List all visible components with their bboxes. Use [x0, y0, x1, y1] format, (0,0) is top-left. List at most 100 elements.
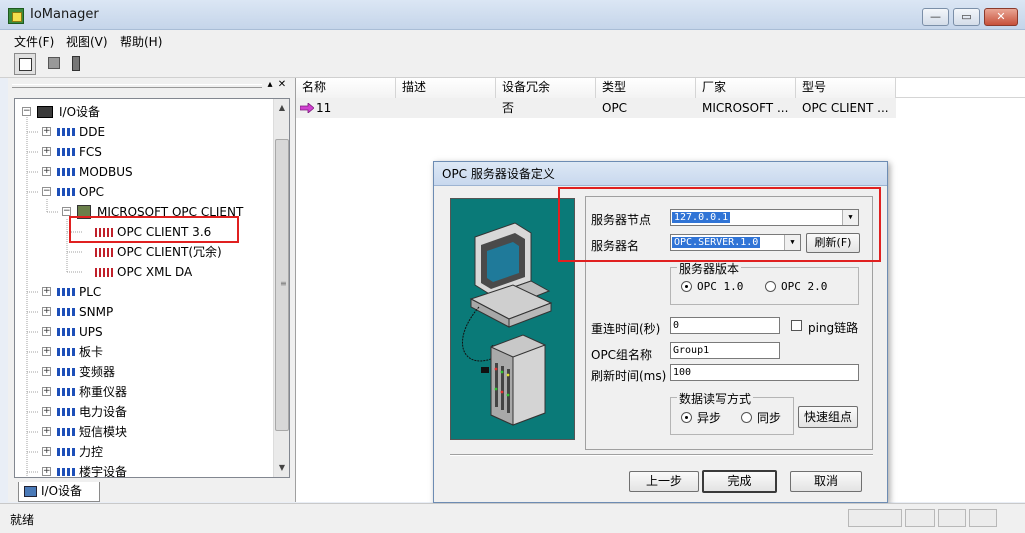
refresh-time-label: 刷新时间(ms) [591, 369, 667, 383]
tree-item-label: PLC [79, 285, 102, 299]
cell-name: 11 [316, 101, 332, 115]
collapse-icon[interactable]: − [22, 107, 31, 116]
reconnect-input[interactable]: 0 [670, 317, 780, 334]
tree-item-label: 短信模块 [79, 425, 128, 439]
device-group-icon [57, 428, 75, 436]
col-model[interactable]: 型号 [796, 78, 896, 98]
expand-icon[interactable]: + [42, 167, 51, 176]
rw-mode-group: 数据读写方式 异步 同步 [670, 390, 794, 435]
title-bar: IoManager — ▭ ✕ [0, 0, 1025, 30]
cell-vendor: MICROSOFT ... [702, 101, 789, 115]
menu-view[interactable]: 视图(V) [66, 33, 108, 50]
col-desc[interactable]: 描述 [396, 78, 496, 98]
col-vendor[interactable]: 厂家 [696, 78, 796, 98]
tree-root-label: I/O设备 [59, 105, 101, 119]
group-name-input[interactable]: Group1 [670, 342, 780, 359]
copy-button[interactable] [44, 53, 66, 75]
highlight-box [558, 187, 881, 262]
export-button[interactable] [66, 53, 88, 75]
ping-label: ping链路 [808, 321, 859, 335]
tree-scrollbar[interactable]: ▲ ≡ ▼ [273, 99, 289, 477]
cell-redundant: 否 [502, 101, 515, 115]
scroll-down-icon[interactable]: ▼ [274, 459, 289, 476]
cell-desc [396, 98, 496, 118]
radio-opc1[interactable] [681, 281, 692, 292]
rw-mode-title: 数据读写方式 [677, 390, 754, 407]
toggle-tree-button[interactable] [14, 53, 36, 75]
expand-icon[interactable]: + [42, 287, 51, 296]
device-group-icon [57, 288, 75, 296]
radio-async-label: 异步 [697, 411, 722, 425]
tree-item-label: OPC CLIENT(冗余) [117, 245, 222, 259]
tree-item-label: 楼宇设备 [79, 465, 128, 478]
toolbar [0, 50, 1025, 78]
ping-checkbox[interactable] [791, 320, 802, 331]
tree-item-label: 称重仪器 [79, 385, 128, 399]
device-group-icon [57, 388, 75, 396]
device-driver-icon [95, 268, 113, 277]
status-bar: 就绪 [0, 503, 1025, 533]
radio-opc2-label: OPC 2.0 [781, 280, 828, 293]
maximize-button[interactable]: ▭ [953, 8, 980, 26]
cancel-button[interactable]: 取消 [790, 471, 862, 492]
tree-item-label: MODBUS [79, 165, 133, 179]
expand-icon[interactable]: + [42, 447, 51, 456]
scroll-up-icon[interactable]: ▲ [274, 99, 289, 116]
device-group-icon [57, 328, 75, 336]
collapse-icon[interactable]: − [42, 187, 51, 196]
finish-button[interactable]: 完成 [702, 470, 777, 493]
radio-async[interactable] [681, 412, 692, 423]
highlight-box [69, 216, 239, 243]
expand-icon[interactable]: + [42, 387, 51, 396]
col-name[interactable]: 名称 [296, 78, 396, 98]
col-type[interactable]: 类型 [596, 78, 696, 98]
status-text: 就绪 [10, 513, 35, 527]
refresh-time-input[interactable]: 100 [670, 364, 859, 381]
panel-close-button[interactable]: ✕ [276, 79, 288, 92]
expand-icon[interactable]: + [42, 427, 51, 436]
expand-icon[interactable]: + [42, 127, 51, 136]
expand-icon[interactable]: + [42, 327, 51, 336]
status-pane [848, 509, 902, 527]
device-group-icon [57, 308, 75, 316]
expand-icon[interactable]: + [42, 307, 51, 316]
grip-icon: ≡ [280, 279, 287, 288]
minimize-button[interactable]: — [922, 8, 949, 26]
collapse-icon[interactable]: − [62, 207, 71, 216]
menu-file[interactable]: 文件(F) [14, 33, 54, 50]
device-tree-panel: ▴ ✕ − I/O设备 + DDE + FCS + MODBUS − OPC −… [8, 78, 291, 502]
export-icon [72, 56, 80, 71]
col-redundant[interactable]: 设备冗余 [496, 78, 596, 98]
tree-item-label: 变频器 [79, 365, 116, 379]
device-tree: − I/O设备 + DDE + FCS + MODBUS − OPC − MIC… [14, 98, 290, 478]
dialog-title: OPC 服务器设备定义 [434, 162, 887, 186]
expand-icon[interactable]: + [42, 467, 51, 476]
tree-item-label: 电力设备 [79, 405, 128, 419]
panel-grip[interactable] [12, 84, 262, 88]
quick-group-button[interactable]: 快速组点 [798, 406, 858, 428]
reconnect-label: 重连时间(秒) [591, 322, 661, 336]
computer-icon [37, 106, 53, 118]
group-name-label: OPC组名称 [591, 348, 653, 362]
tree-item-label: SNMP [79, 305, 114, 319]
expand-icon[interactable]: + [42, 367, 51, 376]
scroll-thumb[interactable]: ≡ [275, 139, 289, 431]
close-button[interactable]: ✕ [984, 8, 1018, 26]
tree-item-label: OPC XML DA [117, 265, 193, 279]
expand-icon[interactable]: + [42, 407, 51, 416]
radio-sync[interactable] [741, 412, 752, 423]
expand-icon[interactable]: + [42, 347, 51, 356]
radio-sync-label: 同步 [757, 411, 782, 425]
menu-help[interactable]: 帮助(H) [120, 33, 162, 50]
copy-icon [48, 57, 60, 69]
server-version-group: 服务器版本 OPC 1.0 OPC 2.0 [670, 260, 859, 305]
expand-icon[interactable]: + [42, 147, 51, 156]
table-row[interactable]: 11 否 OPC MICROSOFT ... OPC CLIENT ... [296, 98, 896, 118]
io-device-tab[interactable]: I/O设备 [18, 482, 100, 502]
panel-pin-button[interactable]: ▴ [264, 79, 276, 92]
radio-opc2[interactable] [765, 281, 776, 292]
tree-item-label: OPC [79, 185, 105, 199]
prev-button[interactable]: 上一步 [629, 471, 699, 492]
tree-item-label: DDE [79, 125, 106, 139]
device-driver-icon [95, 248, 113, 257]
